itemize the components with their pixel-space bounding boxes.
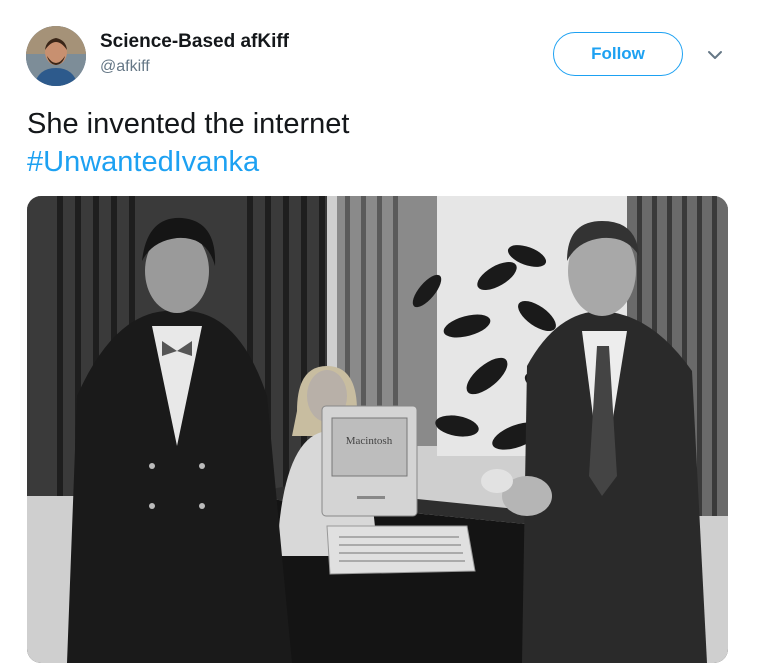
- tweet-text-line: She invented the internet: [27, 108, 350, 140]
- chevron-down-icon[interactable]: [704, 47, 726, 63]
- author-name[interactable]: Science-Based afKiff: [100, 31, 289, 53]
- hashtag-link[interactable]: #UnwantedIvanka: [27, 143, 349, 181]
- avatar[interactable]: [26, 26, 86, 86]
- tweet-text: She invented the internet #UnwantedIvank…: [27, 105, 349, 181]
- tweet-photo[interactable]: Macintosh: [27, 196, 728, 663]
- macintosh-screen-label: Macintosh: [346, 435, 393, 447]
- author-handle[interactable]: @afkiff: [100, 58, 150, 76]
- follow-button[interactable]: Follow: [553, 32, 683, 76]
